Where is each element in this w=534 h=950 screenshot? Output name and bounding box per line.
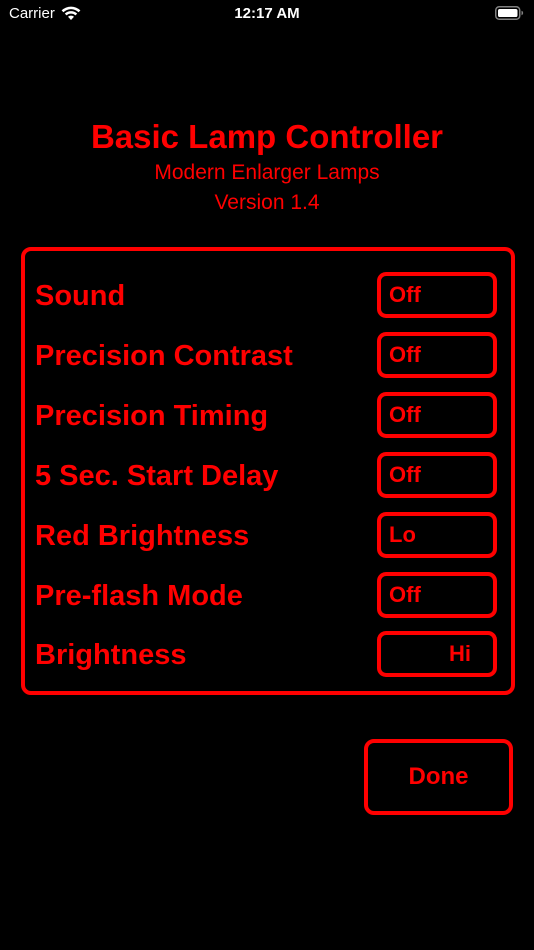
precision-timing-toggle[interactable]: Off <box>377 392 497 438</box>
brightness-label: Brightness <box>35 639 187 671</box>
setting-row-red-brightness: Red Brightness Lo <box>25 512 511 560</box>
precision-timing-label: Precision Timing <box>35 400 269 432</box>
start-delay-value: Off <box>389 462 421 487</box>
brightness-toggle[interactable]: Hi <box>377 631 497 677</box>
setting-row-start-delay: 5 Sec. Start Delay Off <box>25 452 511 500</box>
app-subtitle: Modern Enlarger Lamps <box>154 161 380 184</box>
precision-contrast-toggle[interactable]: Off <box>377 332 497 378</box>
setting-row-sound: Sound Off <box>25 272 511 320</box>
red-brightness-value: Lo <box>389 522 416 547</box>
red-brightness-label: Red Brightness <box>35 520 250 552</box>
setting-row-precision-contrast: Precision Contrast Off <box>25 332 511 380</box>
setting-row-brightness: Brightness Hi <box>25 631 511 679</box>
pre-flash-mode-label: Pre-flash Mode <box>35 580 243 612</box>
settings-panel: Sound Off Precision Contrast Off Precisi… <box>21 247 515 695</box>
precision-contrast-value: Off <box>389 342 421 367</box>
battery-icon <box>495 6 524 20</box>
start-delay-label: 5 Sec. Start Delay <box>35 460 279 492</box>
precision-timing-value: Off <box>389 402 421 427</box>
red-brightness-toggle[interactable]: Lo <box>377 512 497 558</box>
pre-flash-mode-value: Off <box>389 582 421 607</box>
app-version: Version 1.4 <box>214 191 320 214</box>
sound-label: Sound <box>35 280 126 312</box>
brightness-value: Hi <box>449 641 471 666</box>
start-delay-toggle[interactable]: Off <box>377 452 497 498</box>
status-bar: Carrier 12:17 AM <box>0 0 534 30</box>
pre-flash-mode-toggle[interactable]: Off <box>377 572 497 618</box>
sound-toggle[interactable]: Off <box>377 272 497 318</box>
setting-row-precision-timing: Precision Timing Off <box>25 392 511 440</box>
done-button[interactable]: Done <box>364 739 513 815</box>
sound-value: Off <box>389 282 421 307</box>
status-time: 12:17 AM <box>234 5 300 22</box>
setting-row-pre-flash-mode: Pre-flash Mode Off <box>25 572 511 620</box>
precision-contrast-label: Precision Contrast <box>35 340 293 372</box>
app-title: Basic Lamp Controller <box>90 118 444 155</box>
